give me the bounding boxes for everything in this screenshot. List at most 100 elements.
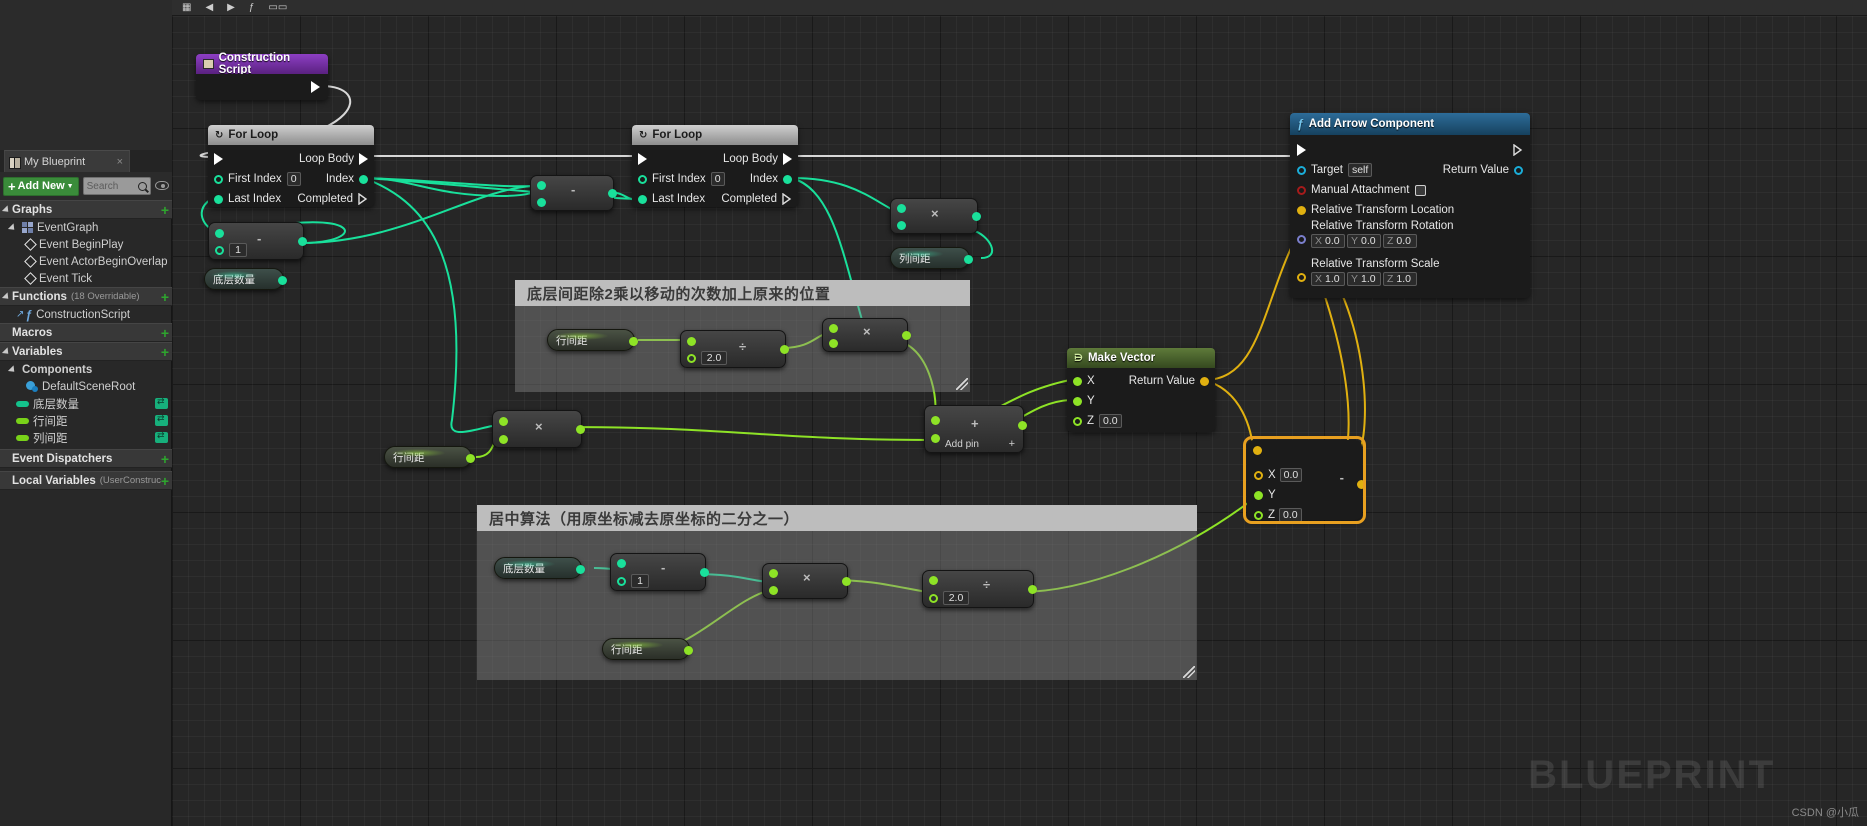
tree-item-variable-2[interactable]: 列间距 [0,429,172,446]
pin-x[interactable] [1073,376,1082,386]
pin-b[interactable] [769,586,778,595]
getter-底层数量-2[interactable]: 底层数量 [494,557,585,579]
pin-a[interactable] [931,416,940,425]
pin-out[interactable] [466,454,475,463]
tab-my-blueprint[interactable]: My Blueprint × [4,150,130,172]
pin-a[interactable] [929,576,938,585]
section-local-variables[interactable]: Local Variables (UserConstruc + [0,471,172,490]
add-variable-button[interactable]: + [161,345,169,359]
getter-行间距-2[interactable]: 行间距 [384,446,475,468]
node-subtract-1[interactable]: 1 - [208,222,307,260]
tree-item-components[interactable]: Components [0,361,172,378]
pin-index-out[interactable] [783,174,792,184]
search-input[interactable]: Search [82,177,151,195]
section-variables[interactable]: Variables + [0,342,172,361]
tree-item-constructionscript[interactable]: ↗ ƒ ConstructionScript [0,306,172,323]
add-local-variable-button[interactable]: + [161,474,169,488]
pin-exec-in[interactable] [1297,144,1306,156]
toolbar-icon-back[interactable]: ◀ [205,2,213,13]
node-divide-2[interactable]: 2.0 ÷ [922,570,1037,608]
getter-列间距[interactable]: 列间距 [890,247,973,269]
pin-exec-out[interactable] [1513,144,1523,156]
rotation-y[interactable]: Y 0.0 [1347,234,1381,248]
pin-b[interactable] [617,577,626,586]
pin-result[interactable] [1018,421,1027,430]
add-dispatcher-button[interactable]: + [161,452,169,466]
toolbar-icon-function[interactable]: ƒ [249,2,255,13]
section-graphs[interactable]: Graphs + [0,200,172,219]
section-macros[interactable]: Macros + [0,323,172,342]
tree-item-variable-1[interactable]: 行间距 [0,412,172,429]
tree-item-defaultsceneroot[interactable]: DefaultSceneRoot [0,378,172,395]
pin-out[interactable] [629,337,638,346]
pin-exec-completed[interactable] [358,193,368,205]
add-graph-button[interactable]: + [161,203,169,217]
pin-manual-attachment[interactable] [1297,185,1306,195]
pin-relative-transform-rotation[interactable] [1297,235,1306,244]
pin-first-index[interactable] [214,174,223,184]
toolbar-icon-misc[interactable]: ▭▭ [268,2,287,13]
add-macro-button[interactable]: + [161,326,169,340]
pin-first-index[interactable] [638,174,647,184]
first-index-value[interactable]: 0 [286,172,301,186]
section-event-dispatchers[interactable]: Event Dispatchers + [0,449,172,468]
instance-editable-icon[interactable] [155,413,168,426]
z-value[interactable]: 0.0 [1099,414,1122,428]
pin-return-value[interactable] [1514,165,1523,175]
pin-result[interactable] [576,425,585,434]
node-multiply-3[interactable]: × [492,410,585,448]
pin-z[interactable] [1073,416,1082,426]
pin-y[interactable] [1073,396,1082,406]
pin-result[interactable] [298,237,307,246]
pin-b[interactable] [931,434,940,443]
first-index-value[interactable]: 0 [710,172,725,186]
getter-行间距-1[interactable]: 行间距 [547,329,638,351]
node-construction-script[interactable]: Construction Script [196,52,328,100]
value-2b[interactable]: 2.0 [943,591,969,605]
graph-canvas[interactable]: ▦ ◀ ▶ ƒ ▭▭ 底层间距除2乘以移动的次数加上原来的位置 居中算法（用原坐… [172,0,1867,826]
pin-result[interactable] [902,331,911,340]
node-for-loop-1[interactable]: ↻ For Loop Loop Body First Index 0 Index… [208,125,374,207]
value-1b[interactable]: 1 [631,574,649,588]
eye-icon[interactable] [155,181,169,191]
pin-a[interactable] [897,204,906,213]
pin-a[interactable] [687,337,696,346]
pin-b[interactable] [829,339,838,348]
instance-editable-icon[interactable] [155,430,168,443]
add-pin-label[interactable]: Add pin [945,439,979,450]
tree-item-eventgraph[interactable]: EventGraph [0,219,172,236]
pin-return-value[interactable] [1200,376,1209,386]
toolbar-icon-forward[interactable]: ▶ [227,2,235,13]
section-functions[interactable]: Functions (18 Overridable) + [0,287,172,306]
scale-z[interactable]: Z 1.0 [1383,272,1417,286]
value-2[interactable]: 2.0 [701,351,727,365]
pin-result[interactable] [700,568,709,577]
pin-a[interactable] [499,417,508,426]
node-multiply-4[interactable]: × [762,563,851,599]
pin-result[interactable] [972,212,981,221]
node-add-arrow-component[interactable]: ƒ Add Arrow Component Target self Return… [1290,113,1530,298]
getter-底层数量-1[interactable]: 底层数量 [204,268,287,290]
pin-out[interactable] [278,276,287,285]
pin-last-index[interactable] [638,194,647,204]
pin-exec-out[interactable] [311,81,320,93]
getter-行间距-3[interactable]: 行间距 [602,638,693,660]
toolbar-icon-1[interactable]: ▦ [182,2,191,13]
scale-x[interactable]: X 1.0 [1311,272,1345,286]
instance-editable-icon[interactable] [155,396,168,409]
node-for-loop-2[interactable]: ↻ For Loop Loop Body First Index 0 Index… [632,125,798,207]
pin-target[interactable] [1297,165,1306,175]
close-icon[interactable]: × [117,156,123,168]
tree-item-variable-0[interactable]: 底层数量 [0,395,172,412]
pin-out[interactable] [964,255,973,264]
pin-index-out[interactable] [359,174,368,184]
pin-last-index[interactable] [214,194,223,204]
node-multiply-1[interactable]: × [890,198,981,234]
node-subtract-2[interactable]: - [530,175,617,211]
pin-b[interactable] [929,594,938,603]
pin-exec-loop-body[interactable] [359,153,368,165]
pin-result[interactable] [842,577,851,586]
pin-out[interactable] [576,565,585,574]
add-function-button[interactable]: + [161,290,169,304]
pin-exec-loop-body[interactable] [783,153,792,165]
